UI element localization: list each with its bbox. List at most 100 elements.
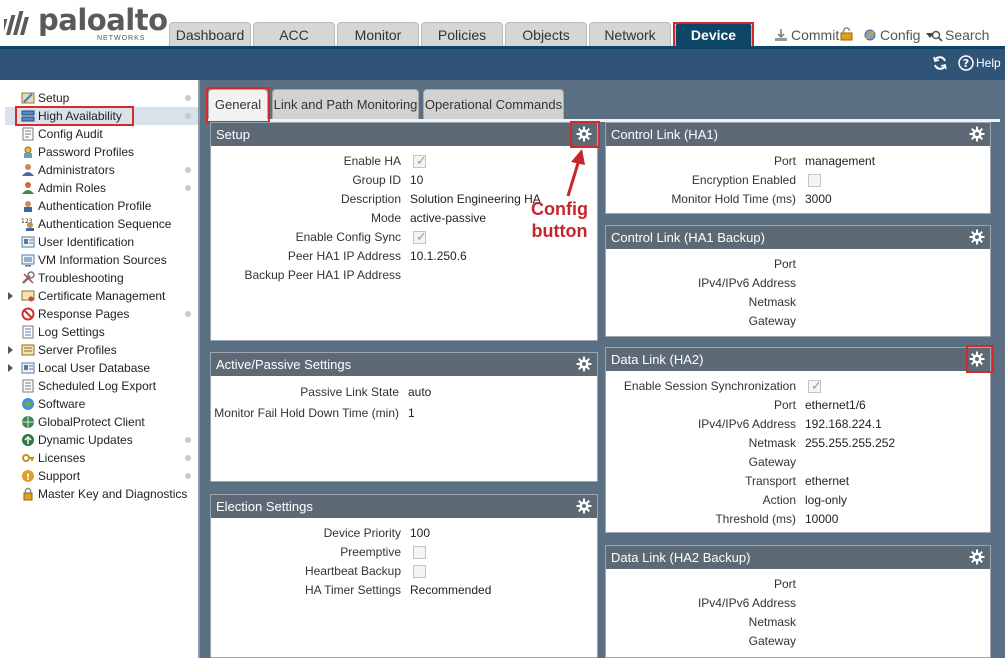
- sidebar-item-label: Local User Database: [38, 361, 151, 375]
- roles-icon: [22, 182, 34, 194]
- fail-hold-value: 1: [408, 406, 415, 420]
- sidebar-item-label: Config Audit: [38, 127, 103, 141]
- priority-value: 100: [410, 526, 431, 540]
- expand-arrow-icon[interactable]: [8, 346, 13, 354]
- preemptive-label: Preemptive: [340, 545, 401, 559]
- sidebar-item-software[interactable]: Software: [5, 395, 198, 413]
- vm-icon: [21, 254, 35, 267]
- gear-icon[interactable]: [576, 356, 592, 372]
- ha2-action-value: log-only: [805, 493, 848, 507]
- sidebar-item-vm-information-sources[interactable]: VM Information Sources: [5, 251, 198, 269]
- control-link-ha1-panel: Control Link (HA1) Port management Encry…: [605, 122, 991, 214]
- lock-icon[interactable]: [840, 27, 853, 41]
- gear-icon[interactable]: [969, 126, 985, 142]
- tab-monitor[interactable]: Monitor: [337, 22, 419, 46]
- sidebar-item-label: Authentication Sequence: [38, 217, 172, 231]
- sidebar-item-password-profiles[interactable]: Password Profiles: [5, 143, 198, 161]
- gear-icon[interactable]: [576, 498, 592, 514]
- search-button[interactable]: Search: [931, 27, 989, 43]
- ha1b-gateway-label: Gateway: [748, 314, 796, 328]
- tab-dashboard[interactable]: Dashboard: [169, 22, 251, 46]
- config-sync-checkbox[interactable]: ✓: [413, 230, 427, 244]
- sidebar-item-dynamic-updates[interactable]: Dynamic Updates: [5, 431, 198, 449]
- expand-arrow-icon[interactable]: [8, 364, 13, 372]
- tab-objects[interactable]: Objects: [505, 22, 587, 46]
- gear-icon[interactable]: [969, 549, 985, 565]
- search-label: Search: [945, 27, 990, 43]
- tab-operational-commands[interactable]: Operational Commands: [423, 89, 564, 119]
- help-label[interactable]: Help: [976, 56, 1001, 70]
- ha1b-netmask-label: Netmask: [748, 295, 796, 309]
- sidebar-item-scheduled-log-export[interactable]: Scheduled Log Export: [5, 377, 198, 395]
- annotation-line-2: button: [531, 221, 588, 241]
- ha2-netmask-value: 255.255.255.252: [805, 436, 896, 450]
- panel-title: Data Link (HA2 Backup): [606, 546, 990, 569]
- hold-time-value: 3000: [805, 192, 832, 206]
- sidebar-item-administrators[interactable]: Administrators: [5, 161, 198, 179]
- device-sidebar: Setup High Availability Config Audit Pas…: [5, 83, 199, 658]
- password-icon: [24, 146, 32, 158]
- annotation-arrow-icon: [566, 149, 585, 197]
- commit-label: Commit: [791, 27, 840, 43]
- svg-text:?: ?: [963, 57, 969, 70]
- sidebar-item-config-audit[interactable]: Config Audit: [5, 125, 198, 143]
- sidebar-item-local-user-database[interactable]: Local User Database: [5, 359, 198, 377]
- certificate-icon: [21, 290, 35, 302]
- heartbeat-label: Heartbeat Backup: [304, 564, 401, 578]
- ha1-port-value: management: [805, 154, 876, 168]
- tab-acc[interactable]: ACC: [253, 22, 335, 46]
- session-sync-checkbox[interactable]: ✓: [808, 379, 822, 393]
- ha2-action-label: Action: [762, 493, 796, 507]
- sidebar-item-label: Software: [38, 397, 86, 411]
- sidebar-item-troubleshooting[interactable]: Troubleshooting: [5, 269, 198, 287]
- commit-button[interactable]: Commit: [774, 27, 839, 43]
- encryption-checkbox[interactable]: [808, 174, 821, 187]
- sidebar-item-authentication-sequence[interactable]: 123 Authentication Sequence: [5, 215, 198, 233]
- sidebar-item-support[interactable]: ! Support: [5, 467, 198, 485]
- sidebar-item-response-pages[interactable]: Response Pages: [5, 305, 198, 323]
- panel-title: Election Settings: [211, 495, 597, 518]
- status-dot: [185, 473, 191, 479]
- sidebar-item-label: Administrators: [38, 163, 115, 177]
- panel-title: Data Link (HA2): [606, 348, 990, 371]
- sidebar-item-licenses[interactable]: Licenses: [5, 449, 198, 467]
- preemptive-checkbox[interactable]: [413, 546, 426, 559]
- expand-arrow-icon[interactable]: [8, 292, 13, 300]
- tab-policies[interactable]: Policies: [421, 22, 503, 46]
- sidebar-item-log-settings[interactable]: Log Settings: [5, 323, 198, 341]
- ha2-transport-label: Transport: [745, 474, 796, 488]
- passive-link-value: auto: [408, 385, 432, 399]
- tab-link-and-path-monitoring[interactable]: Link and Path Monitoring: [272, 89, 419, 119]
- sidebar-item-certificate-management[interactable]: Certificate Management: [5, 287, 198, 305]
- sidebar-item-setup[interactable]: Setup: [5, 89, 198, 107]
- audit-icon: [22, 127, 34, 141]
- ha2-netmask-label: Netmask: [748, 436, 796, 450]
- sidebar-item-master-key-and-diagnostics[interactable]: Master Key and Diagnostics: [5, 485, 198, 503]
- bar-top-line: [0, 46, 1005, 49]
- heartbeat-checkbox[interactable]: [413, 565, 426, 578]
- help-icon[interactable]: ?: [958, 55, 974, 71]
- device-tab-highlight: [673, 22, 754, 49]
- sidebar-item-server-profiles[interactable]: Server Profiles: [5, 341, 198, 359]
- sidebar-item-user-identification[interactable]: User Identification: [5, 233, 198, 251]
- refresh-icon[interactable]: [932, 55, 948, 71]
- setup-icon: [21, 92, 35, 104]
- ha2-ip-label: IPv4/IPv6 Address: [697, 417, 796, 431]
- ha2-transport-value: ethernet: [805, 474, 850, 488]
- encryption-label: Encryption Enabled: [691, 173, 796, 187]
- backup-peer-ip-label: Backup Peer HA1 IP Address: [244, 268, 401, 282]
- status-dot: [185, 167, 191, 173]
- tab-network[interactable]: Network: [589, 22, 671, 46]
- gear-icon[interactable]: [969, 229, 985, 245]
- config-menu[interactable]: Config: [863, 27, 935, 43]
- fail-hold-label: Monitor Fail Hold Down Time (min): [214, 406, 399, 420]
- sidebar-item-globalprotect-client[interactable]: GlobalProtect Client: [5, 413, 198, 431]
- priority-label: Device Priority: [323, 526, 401, 540]
- database-icon: [21, 362, 35, 374]
- enable-ha-checkbox[interactable]: ✓: [413, 154, 427, 168]
- sidebar-item-label: GlobalProtect Client: [38, 415, 145, 429]
- sidebar-item-admin-roles[interactable]: Admin Roles: [5, 179, 198, 197]
- paloalto-logo: paloalto NETWORKS: [4, 3, 168, 45]
- config-icon: [864, 29, 876, 41]
- sidebar-item-authentication-profile[interactable]: Authentication Profile: [5, 197, 198, 215]
